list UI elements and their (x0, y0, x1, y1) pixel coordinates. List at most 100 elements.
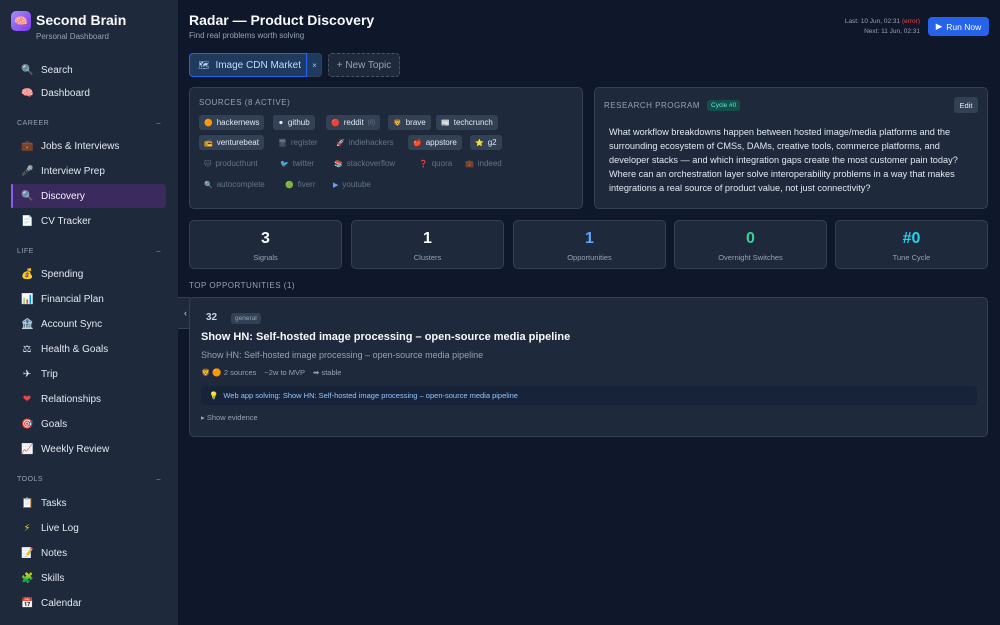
research-title: RESEARCH PROGRAM (604, 101, 701, 110)
sidebar-item-health-goals[interactable]: ⚖ Health & Goals (11, 337, 166, 361)
bird-icon: 🐦 (280, 160, 289, 168)
sidebar-item-label: Calendar (41, 597, 82, 609)
search-icon: 🔍 (21, 64, 34, 76)
cycle-badge: Cycle #0 (707, 100, 741, 111)
source-chip-reddit[interactable]: 🔴 reddit (8) (326, 115, 381, 130)
sidebar-item-label: Tasks (41, 497, 67, 509)
sidebar-item-jobs[interactable]: 💼 Jobs & Interviews (11, 134, 166, 158)
lightbulb-icon: 💡 (209, 391, 219, 400)
opportunity-meta: 🦁 🟠 2 sources ~2w to MVP ➡ stable (201, 368, 341, 377)
hackernews-icon: 🟠 (204, 119, 213, 127)
source-chip-twitter[interactable]: 🐦 twitter (275, 156, 319, 171)
sidebar-item-goals[interactable]: 🎯 Goals (11, 412, 166, 436)
stat-label: Signals (253, 253, 278, 262)
source-chip-stackoverflow[interactable]: 📚 stackoverflow (329, 156, 400, 171)
stat-overnight-switches: 0 Overnight Switches (674, 220, 827, 269)
sidebar-item-search[interactable]: 🔍 Search (11, 58, 166, 82)
reddit-count: (8) (367, 119, 376, 126)
category-tag: general (231, 313, 261, 324)
sidebar-item-cv-tracker[interactable]: 📄 CV Tracker (11, 209, 166, 233)
topic-tab-active[interactable]: 🗺 Image CDN Market (189, 53, 307, 77)
source-chip-github[interactable]: ⚫ github (273, 115, 315, 130)
radio-icon: 📻 (204, 139, 213, 147)
sidebar-item-label: Financial Plan (41, 293, 104, 305)
trend: ➡ stable (313, 368, 342, 377)
sidebar-item-dashboard[interactable]: 🧠 Dashboard (11, 81, 166, 105)
source-chip-g2[interactable]: ⭐ g2 (470, 135, 502, 150)
source-icons: 🦁 🟠 2 sources (201, 368, 257, 377)
sidebar-item-label: Skills (41, 572, 65, 584)
last-run-status: (error) (901, 18, 920, 25)
run-now-button[interactable]: ▶ Run Now (928, 17, 989, 36)
search-icon: 🔍 (21, 190, 34, 202)
sources-panel: SOURCES (8 ACTIVE) 🟠 hackernews ⚫ github 🔴… (189, 87, 583, 209)
source-chip-autocomplete[interactable]: 🔍 autocomplete (199, 177, 270, 192)
stat-value: 3 (261, 230, 270, 247)
sidebar-item-spending[interactable]: 💰 Spending (11, 262, 166, 286)
sidebar-item-interview-prep[interactable]: 🎤 Interview Prep (11, 159, 166, 183)
stat-opportunities: 1 Opportunities (513, 220, 666, 269)
sidebar-item-trip[interactable]: ✈ Trip (11, 362, 166, 386)
briefcase-icon: 💼 (465, 160, 474, 168)
sidebar-item-label: Account Sync (41, 318, 103, 330)
microphone-icon: 🎤 (21, 165, 34, 177)
opportunities-title: TOP OPPORTUNITIES (1) (189, 281, 296, 290)
clipboard-icon: 📋 (21, 497, 34, 509)
source-chip-brave[interactable]: 🦁 brave (388, 115, 431, 130)
opportunity-card[interactable]: 32 general Show HN: Self-hosted image pr… (189, 297, 988, 437)
brand[interactable]: 🧠 Second Brain Personal Dashboard (11, 10, 171, 46)
calendar-icon: 📅 (21, 597, 34, 609)
topic-close-button[interactable]: × (307, 53, 322, 77)
source-chip-youtube[interactable]: ▶ youtube (328, 177, 376, 192)
arrow-right-icon: ➡ (313, 368, 320, 377)
reddit-icon: 🔴 (331, 119, 340, 127)
edit-button[interactable]: Edit (954, 97, 978, 113)
source-chip-venturebeat[interactable]: 📻 venturebeat (199, 135, 264, 150)
sidebar-item-label: Goals (41, 418, 68, 430)
section-career[interactable]: CAREER – (17, 120, 161, 127)
sidebar-item-label: Live Log (41, 522, 79, 534)
sidebar-item-label: Weekly Review (41, 443, 110, 455)
rocket-icon: 🚀 (336, 139, 345, 147)
briefcase-icon: 💼 (21, 140, 34, 152)
sidebar-item-label: Notes (41, 547, 68, 559)
sidebar-item-label: Discovery (41, 190, 85, 202)
play-icon: ▶ (333, 181, 339, 189)
sidebar-item-discovery[interactable]: 🔍 Discovery (11, 184, 166, 208)
source-chip-indiehackers[interactable]: 🚀 indiehackers (331, 135, 399, 150)
stat-value: 1 (423, 230, 432, 247)
source-chip-hackernews[interactable]: 🟠 hackernews (199, 115, 265, 130)
section-tools[interactable]: TOOLS – (17, 476, 161, 483)
last-run: Last: 10 Jun, 02:31 (844, 18, 901, 25)
source-chip-fiverr[interactable]: 🟢 fiverr (280, 177, 321, 192)
source-chip-appstore[interactable]: 🍎 appstore (408, 135, 462, 150)
sidebar-item-notes[interactable]: 📝 Notes (11, 541, 166, 565)
brain-icon: 🧠 (21, 87, 34, 99)
source-chip-techcrunch[interactable]: 📰 techcrunch (436, 115, 498, 130)
sidebar-item-relationships[interactable]: ❤ Relationships (11, 387, 166, 411)
sidebar-item-tasks[interactable]: 📋 Tasks (11, 491, 166, 515)
sidebar-item-weekly-review[interactable]: 📈 Weekly Review (11, 437, 166, 461)
new-topic-button[interactable]: + New Topic (328, 53, 400, 77)
source-chip-quora[interactable]: ❓ quora (414, 156, 457, 171)
source-chip-producthunt[interactable]: 🐱 producthunt (199, 156, 263, 171)
stat-label: Opportunities (567, 253, 612, 262)
search-icon: 🔍 (204, 181, 213, 189)
stat-label: Clusters (413, 253, 442, 262)
puzzle-icon: 🧩 (21, 572, 34, 584)
run-now-label: Run Now (946, 21, 982, 32)
sidebar-item-live-log[interactable]: ⚡ Live Log (11, 516, 166, 540)
source-chip-register[interactable]: 🖥 register (273, 135, 323, 150)
sidebar-item-account-sync[interactable]: 🏦 Account Sync (11, 312, 166, 336)
sidebar-item-skills[interactable]: 🧩 Skills (11, 566, 166, 590)
sidebar-item-calendar[interactable]: 📅 Calendar (11, 591, 166, 615)
show-evidence-toggle[interactable]: ▸ Show evidence (201, 413, 258, 422)
sidebar-item-financial-plan[interactable]: 📊 Financial Plan (11, 287, 166, 311)
collapse-chevron-icon: – (156, 120, 161, 127)
section-life[interactable]: LIFE – (17, 248, 161, 255)
sidebar-item-label: Trip (41, 368, 58, 380)
source-chip-indeed[interactable]: 💼 indeed (460, 156, 507, 171)
topic-label: Image CDN Market (215, 59, 302, 71)
document-icon: 📄 (21, 215, 34, 227)
sidebar-item-label: Relationships (41, 393, 102, 405)
